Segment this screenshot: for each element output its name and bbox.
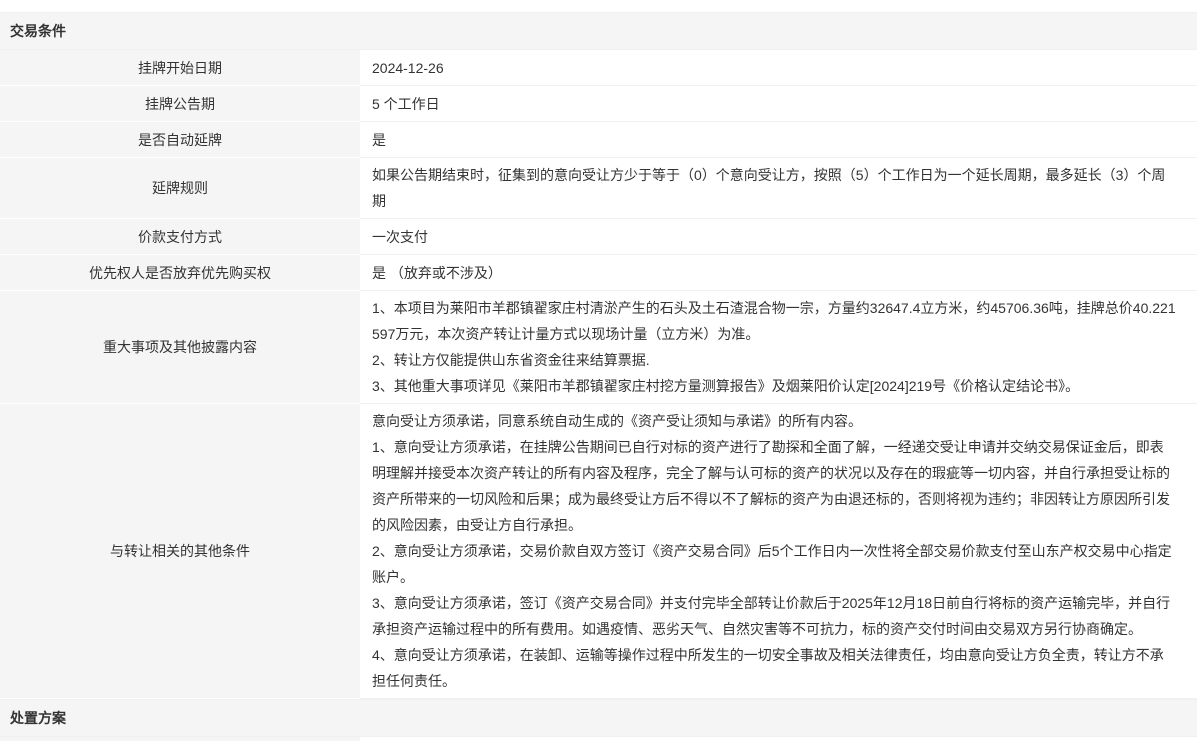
- table-row-extension-rule: 延牌规则 如果公告期结束时，征集到的意向受让方少于等于（0）个意向受让方，按照（…: [0, 158, 1197, 219]
- table-row-listing-start-date: 挂牌开始日期 2024-12-26: [0, 50, 1197, 86]
- row-value: 2024-12-26: [360, 50, 1197, 86]
- section-title: 处置方案: [10, 708, 66, 728]
- row-value: 意向受让方须承诺，同意系统自动生成的《资产受让须知与承诺》的所有内容。 1、意向…: [360, 404, 1197, 699]
- transaction-conditions-table: 交易条件 挂牌开始日期 2024-12-26 挂牌公告期 5 个工作日 是否自动…: [0, 12, 1197, 741]
- row-value: 1、本项目为莱阳市羊郡镇翟家庄村清淤产生的石头及土石渣混合物一宗，方量约3264…: [360, 291, 1197, 404]
- row-value: 是 （放弃或不涉及）: [360, 255, 1197, 291]
- row-value: 一次支付: [360, 219, 1197, 255]
- row-label: 与转让相关的其他条件: [0, 404, 360, 699]
- value-text: 意向受让方须承诺，同意系统自动生成的《资产受让须知与承诺》的所有内容。 1、意向…: [372, 408, 1177, 694]
- value-text: 一次支付: [372, 224, 428, 250]
- table-row-preemptive-right-waiver: 优先权人是否放弃优先购买权 是 （放弃或不涉及）: [0, 255, 1197, 291]
- section-title: 交易条件: [10, 21, 66, 41]
- table-row-auto-extension: 是否自动延牌 是: [0, 122, 1197, 158]
- value-text: 是: [372, 127, 386, 153]
- row-label: 挂牌公告期: [0, 86, 360, 122]
- row-label: 组织交易方式: [0, 737, 360, 741]
- row-value: 动态报价: [360, 737, 1197, 741]
- value-text: 5 个工作日: [372, 91, 440, 117]
- row-label: 是否自动延牌: [0, 122, 360, 158]
- value-text: 是 （放弃或不涉及）: [372, 260, 502, 286]
- row-value: 如果公告期结束时，征集到的意向受让方少于等于（0）个意向受让方，按照（5）个工作…: [360, 158, 1197, 219]
- listing-detail-page: 交易条件 挂牌开始日期 2024-12-26 挂牌公告期 5 个工作日 是否自动…: [0, 0, 1201, 741]
- row-label: 重大事项及其他披露内容: [0, 291, 360, 404]
- table-row-other-transfer-conditions: 与转让相关的其他条件 意向受让方须承诺，同意系统自动生成的《资产受让须知与承诺》…: [0, 404, 1197, 699]
- row-label: 延牌规则: [0, 158, 360, 219]
- table-row-transaction-organization-method: 组织交易方式 动态报价: [0, 737, 1197, 741]
- row-label: 价款支付方式: [0, 219, 360, 255]
- table-row-payment-method: 价款支付方式 一次支付: [0, 219, 1197, 255]
- section-header-trade-conditions: 交易条件: [0, 12, 1197, 50]
- value-text: 如果公告期结束时，征集到的意向受让方少于等于（0）个意向受让方，按照（5）个工作…: [372, 162, 1177, 214]
- section-header-disposal-plan: 处置方案: [0, 699, 1197, 737]
- row-value: 5 个工作日: [360, 86, 1197, 122]
- value-text: 1、本项目为莱阳市羊郡镇翟家庄村清淤产生的石头及土石渣混合物一宗，方量约3264…: [372, 295, 1177, 399]
- table-row-announcement-period: 挂牌公告期 5 个工作日: [0, 86, 1197, 122]
- row-label: 优先权人是否放弃优先购买权: [0, 255, 360, 291]
- value-text: 2024-12-26: [372, 55, 444, 81]
- row-label: 挂牌开始日期: [0, 50, 360, 86]
- row-value: 是: [360, 122, 1197, 158]
- table-row-major-matters-disclosure: 重大事项及其他披露内容 1、本项目为莱阳市羊郡镇翟家庄村清淤产生的石头及土石渣混…: [0, 291, 1197, 404]
